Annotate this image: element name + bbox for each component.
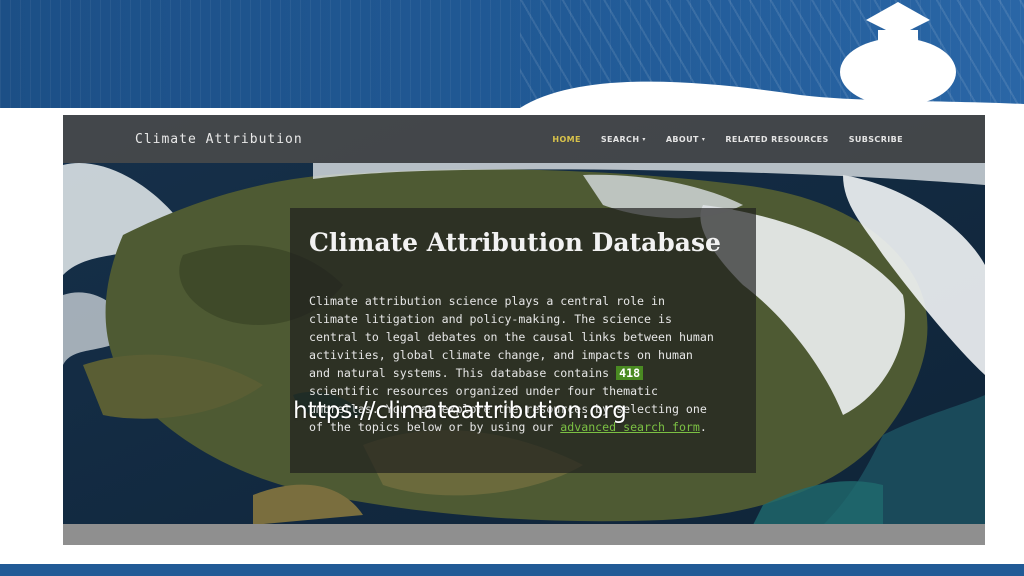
- nav-subscribe-label: SUBSCRIBE: [848, 134, 903, 144]
- description-part-1: Climate attribution science plays a cent…: [309, 294, 714, 380]
- website-url-caption: https://climateattribution.org: [293, 398, 627, 424]
- nav-search-label: SEARCH: [600, 134, 640, 144]
- nav-about[interactable]: ABOUT ▾: [666, 135, 705, 144]
- nav-links: HOME SEARCH ▾ ABOUT ▾ RELATED RESOURCES …: [552, 135, 903, 144]
- slide-footer-band: [0, 564, 1024, 576]
- description-part-3: .: [699, 420, 707, 434]
- page-title: Climate Attribution Database: [309, 228, 721, 257]
- site-brand[interactable]: Climate Attribution: [135, 132, 303, 147]
- nav-subscribe[interactable]: SUBSCRIBE: [849, 135, 903, 144]
- nav-related-resources-label: RELATED RESOURCES: [725, 134, 829, 144]
- resource-count-badge: 418: [616, 366, 644, 380]
- nav-home[interactable]: HOME: [552, 135, 581, 144]
- nav-about-label: ABOUT: [665, 134, 699, 144]
- nav-search[interactable]: SEARCH ▾: [601, 135, 646, 144]
- website-screenshot: Climate Attribution HOME SEARCH ▾ ABOUT …: [63, 115, 985, 545]
- caret-down-icon: ▾: [642, 135, 646, 143]
- caret-down-icon: ▾: [701, 135, 706, 143]
- slide-wave-decoration: [0, 2, 1024, 130]
- nav-home-label: HOME: [552, 134, 581, 144]
- caption-strip: [63, 524, 985, 545]
- nav-related-resources[interactable]: RELATED RESOURCES: [725, 135, 828, 144]
- hero-panel: Climate Attribution Database Climate att…: [290, 208, 756, 473]
- site-navbar: Climate Attribution HOME SEARCH ▾ ABOUT …: [63, 115, 985, 163]
